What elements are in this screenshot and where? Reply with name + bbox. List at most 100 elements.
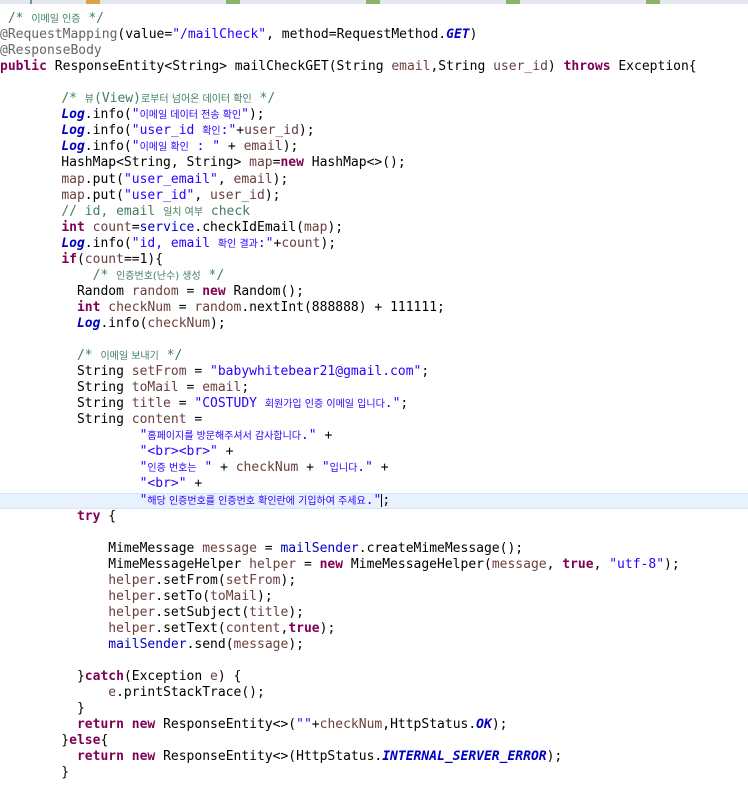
code-line[interactable]: return new ResponseEntity<>(""+checkNum,… [0,717,748,733]
code-token: setFrom [225,572,281,588]
code-token: = [296,556,320,572]
code-line[interactable]: @RequestMapping(value="/mailCheck", meth… [0,27,748,43]
code-token: title [249,604,289,620]
code-token: ResponseEntity<>( [155,717,297,733]
code-token: ); [280,572,297,588]
code-line[interactable]: "<br><br>" + [0,444,748,460]
code-token: count [84,251,124,267]
code-line[interactable]: "해당 인증번호를 인증번호 확인란에 기입하여 주세요."; [0,492,748,509]
code-line[interactable]: return new ResponseEntity<>(HttpStatus.I… [0,749,748,765]
code-token: 이메일 보내기 [100,351,159,363]
code-line[interactable]: // id, email 일치 여부 check [0,204,748,220]
code-line[interactable] [0,332,748,348]
code-token: count [281,235,321,251]
code-token: String [30,396,132,412]
code-token: { [100,508,117,524]
code-line[interactable]: /* 뷰(View)로부터 넘어온 데이터 확인 */ [0,91,748,107]
code-line[interactable]: } [0,765,748,781]
code-token: Log [61,123,85,139]
code-line[interactable]: /* 이메일 인증 */ [0,11,748,27]
code-line[interactable]: helper.setText(content,true); [0,621,748,637]
code-token: 일치 여부 [163,206,204,218]
code-line[interactable] [0,525,748,541]
code-line[interactable]: }else{ [0,733,748,749]
code-token: = [186,412,203,428]
code-line[interactable]: MimeMessage message = mailSender.createM… [0,541,748,557]
code-line[interactable]: @ResponseBody [0,43,748,59]
code-line[interactable]: String content = [0,412,748,428]
code-token: String [30,380,132,396]
code-line[interactable]: mailSender.send(message); [0,637,748,653]
code-token: ); [257,588,273,604]
code-token: (Exception [123,669,211,685]
code-line[interactable]: /* 이메일 보내기 */ [0,348,748,364]
code-line[interactable]: Random random = new Random(); [0,284,748,300]
code-line[interactable]: if(count==1){ [0,252,748,268]
code-token: ); [288,636,304,652]
code-token: ; [382,492,391,508]
code-line[interactable]: "<br>" + [0,476,748,492]
code-token: " [196,460,213,476]
code-token: = [170,396,195,412]
code-line[interactable]: String setFrom = "babywhitebear21@gmail.… [0,364,748,380]
code-token: Log [61,139,85,155]
code-line[interactable]: MimeMessageHelper helper = new MimeMessa… [0,557,748,573]
code-token: toMail [210,588,258,604]
code-line[interactable] [0,653,748,669]
code-line[interactable]: int checkNum = random.nextInt(888888) + … [0,300,748,316]
code-line[interactable]: String toMail = email; [0,380,748,396]
code-line[interactable]: map.put("user_id", user_id); [0,188,748,204]
code-line[interactable]: String title = "COSTUDY 회원가입 인증 이메일 입니다.… [0,396,748,412]
code-line[interactable]: } [0,701,748,717]
code-line[interactable]: Log.info("id, email 확인 결과:"+count); [0,236,748,252]
code-token: 뷰 [84,94,94,106]
code-token: .setSubject( [155,604,250,620]
code-line[interactable]: HashMap<String, String> map=new HashMap<… [0,155,748,171]
code-token: checkNum [235,460,299,476]
code-token: count [92,219,132,235]
code-line[interactable]: helper.setSubject(title); [0,605,748,621]
code-line[interactable]: int count=service.checkIdEmail(map); [0,220,748,236]
code-token: = [256,540,281,556]
code-token: .printStackTrace(); [116,685,265,701]
code-token: 인증 번호는 [147,463,197,475]
code-token: ." [365,492,382,508]
code-token: content [225,620,281,636]
code-line[interactable]: "홈페이지를 방문해주셔서 감사합니다." + [0,428,748,444]
code-line[interactable]: }catch(Exception e) { [0,669,748,685]
code-token: 해당 인증번호를 인증번호 확인란에 기입하여 주세요 [147,495,366,507]
code-token: public [0,59,47,75]
code-token: ,String [430,59,494,75]
code-token: @ResponseBody [0,43,102,59]
code-line[interactable]: helper.setFrom(setFrom); [0,573,748,589]
code-token: 이메일 인증 [31,14,81,25]
code-token: checkNum [319,717,383,733]
code-token: helper [108,604,156,620]
code-token: message [491,556,547,572]
code-line[interactable]: Log.info("이메일 데이터 전송 확인"); [0,107,748,123]
code-token: .info( [84,123,132,139]
code-line[interactable]: map.put("user_email", email); [0,172,748,188]
code-line[interactable]: Log.info("user_id 확인:"+user_id); [0,123,748,139]
code-token: toMail [131,380,179,396]
code-editor[interactable]: /* 이메일 인증 */@RequestMapping(value="/mail… [0,4,748,805]
code-token: /* [92,267,117,283]
code-line[interactable]: public ResponseEntity<String> mailCheckG… [0,59,748,75]
code-token: message [202,540,257,556]
code-line[interactable]: Log.info(checkNum); [0,316,748,332]
code-line[interactable] [0,75,748,91]
code-token: 회원가입 인증 이메일 입니다 [264,399,385,411]
code-line[interactable]: "인증 번호는 " + checkNum + "입니다." + [0,460,748,476]
code-line[interactable]: /* 인증번호(난수) 생성 */ [0,268,748,284]
code-token: "babywhitebear21@gmail.com" [210,364,422,380]
code-token: + [372,460,389,476]
code-line[interactable]: Log.info("이메일 확인 : " + email); [0,139,748,155]
code-line[interactable]: e.printStackTrace(); [0,685,748,701]
code-line[interactable]: helper.setTo(toMail); [0,589,748,605]
code-line[interactable]: try { [0,509,748,525]
code-token: .setTo( [155,588,211,604]
code-token: else [69,733,101,749]
code-token: "user_id" [123,187,195,203]
code-token: :" [220,123,237,139]
